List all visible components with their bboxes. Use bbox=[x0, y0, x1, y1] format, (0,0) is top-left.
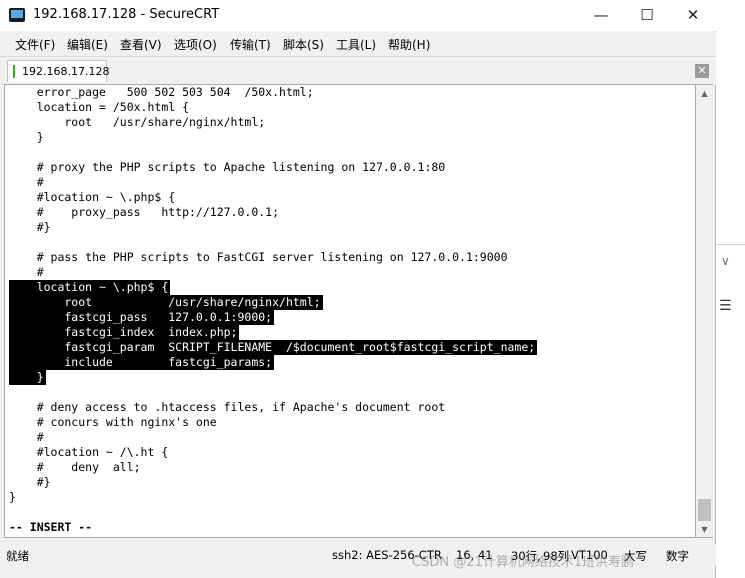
terminal-text: location = /50x.html { bbox=[9, 100, 190, 114]
terminal-text: #location ~ /\.ht { bbox=[9, 445, 169, 459]
menu-transfer[interactable]: 传输(T) bbox=[230, 36, 271, 53]
menu-script[interactable]: 脚本(S) bbox=[283, 36, 324, 53]
terminal-line: # pass the PHP scripts to FastCGI server… bbox=[9, 250, 508, 265]
selected-text: location ~ \.php$ { bbox=[9, 280, 171, 295]
scroll-down-icon[interactable]: ▼ bbox=[696, 521, 713, 538]
selected-text: fastcgi_param SCRIPT_FILENAME /$document… bbox=[9, 340, 538, 355]
maximize-button[interactable]: ☐ bbox=[624, 0, 670, 31]
minimize-button[interactable]: — bbox=[578, 0, 624, 31]
terminal-text: } bbox=[9, 130, 44, 144]
menu-options[interactable]: 选项(O) bbox=[174, 36, 217, 53]
terminal-text: } bbox=[9, 490, 16, 504]
terminal-text: # bbox=[9, 175, 44, 189]
scrollbar-thumb[interactable] bbox=[698, 499, 711, 521]
terminal-text: #location ~ \.php$ { bbox=[9, 190, 176, 204]
terminal-line: location ~ \.php$ { bbox=[9, 280, 171, 295]
terminal-text: # concurs with nginx's one bbox=[9, 415, 217, 429]
terminal-text: error_page 500 502 503 504 /50x.html; bbox=[9, 85, 314, 99]
terminal-line: fastcgi_pass 127.0.0.1:9000; bbox=[9, 310, 275, 325]
selected-text: fastcgi_index index.php; bbox=[9, 325, 240, 340]
session-tab-bar: 192.168.17.128 ✕ bbox=[0, 56, 716, 85]
terminal-line: # deny all; bbox=[9, 460, 141, 475]
window-title: 192.168.17.128 - SecureCRT bbox=[33, 7, 220, 22]
terminal-text: #} bbox=[9, 475, 51, 489]
side-divider bbox=[716, 244, 745, 245]
menu-file[interactable]: 文件(F) bbox=[15, 36, 55, 53]
terminal-line: # bbox=[9, 265, 44, 280]
selected-text: root /usr/share/nginx/html; bbox=[9, 295, 323, 310]
terminal-line: #} bbox=[9, 220, 51, 235]
terminal-line: root /usr/share/nginx/html; bbox=[9, 115, 265, 130]
terminal-line: # bbox=[9, 430, 44, 445]
scroll-up-icon[interactable]: ▲ bbox=[696, 85, 713, 102]
terminal-line: # bbox=[9, 175, 44, 190]
close-tab-icon[interactable]: ✕ bbox=[695, 64, 709, 78]
menu-edit[interactable]: 编辑(E) bbox=[67, 36, 108, 53]
terminal-line: fastcgi_index index.php; bbox=[9, 325, 240, 340]
terminal-line: fastcgi_param SCRIPT_FILENAME /$document… bbox=[9, 340, 538, 355]
terminal-text: # bbox=[9, 430, 44, 444]
chevron-down-icon: ∨ bbox=[721, 254, 730, 268]
securecrt-app-icon bbox=[9, 8, 25, 22]
menu-view[interactable]: 查看(V) bbox=[120, 36, 162, 53]
terminal-line: # proxy_pass http://127.0.0.1; bbox=[9, 205, 279, 220]
terminal-text: root /usr/share/nginx/html; bbox=[9, 115, 266, 129]
menu-bar: 文件(F) 编辑(E) 查看(V) 选项(O) 传输(T) 脚本(S) 工具(L… bbox=[0, 32, 716, 56]
terminal-text: # pass the PHP scripts to FastCGI server… bbox=[9, 250, 508, 264]
terminal-line: # concurs with nginx's one bbox=[9, 415, 217, 430]
terminal-line: } bbox=[9, 490, 16, 505]
session-tab-label: 192.168.17.128 bbox=[22, 65, 110, 78]
terminal-line: location = /50x.html { bbox=[9, 100, 189, 115]
terminal-text: -- INSERT -- bbox=[9, 520, 93, 534]
terminal-text: # deny access to .htaccess files, if Apa… bbox=[9, 400, 446, 414]
terminal-line: -- INSERT -- bbox=[9, 520, 92, 535]
terminal-line: # deny access to .htaccess files, if Apa… bbox=[9, 400, 446, 415]
terminal-line: include fastcgi_params; bbox=[9, 355, 275, 370]
menu-tools[interactable]: 工具(L) bbox=[336, 36, 376, 53]
terminal-text: # bbox=[9, 265, 44, 279]
securecrt-window: 192.168.17.128 - SecureCRT — ☐ ✕ 文件(F) 编… bbox=[0, 0, 716, 578]
terminal-text: # deny all; bbox=[9, 460, 141, 474]
status-num-lock: 数字 bbox=[666, 549, 689, 563]
selected-text: include fastcgi_params; bbox=[9, 355, 275, 370]
terminal-line: # proxy the PHP scripts to Apache listen… bbox=[9, 160, 446, 175]
terminal-line: #location ~ \.php$ { bbox=[9, 190, 175, 205]
close-button[interactable]: ✕ bbox=[670, 0, 716, 31]
terminal-line: } bbox=[9, 130, 44, 145]
menu-help[interactable]: 帮助(H) bbox=[388, 36, 430, 53]
csdn-watermark: CSDN @21计算机网络技术1班洪寿鹏 bbox=[412, 555, 635, 570]
terminal-text: #} bbox=[9, 220, 51, 234]
terminal-line: #} bbox=[9, 475, 51, 490]
connection-status-indicator bbox=[13, 65, 15, 78]
terminal-line: root /usr/share/nginx/html; bbox=[9, 295, 323, 310]
terminal-text: # proxy_pass http://127.0.0.1; bbox=[9, 205, 280, 219]
terminal-text: # proxy the PHP scripts to Apache listen… bbox=[9, 160, 446, 174]
terminal-line: } bbox=[9, 370, 46, 385]
selected-text: fastcgi_pass 127.0.0.1:9000; bbox=[9, 310, 275, 325]
terminal-scrollbar[interactable]: ▲ ▼ bbox=[696, 84, 713, 538]
list-icon: ☰ bbox=[719, 298, 732, 314]
terminal-line: error_page 500 502 503 504 /50x.html; bbox=[9, 85, 314, 100]
terminal-output[interactable]: error_page 500 502 503 504 /50x.html; lo… bbox=[4, 84, 696, 538]
status-ready: 就绪 bbox=[6, 549, 29, 563]
title-bar[interactable]: 192.168.17.128 - SecureCRT — ☐ ✕ bbox=[0, 0, 716, 31]
selected-text: } bbox=[9, 370, 46, 385]
terminal-line: #location ~ /\.ht { bbox=[9, 445, 169, 460]
background-window-edge: ∨ ☰ bbox=[716, 0, 745, 578]
session-tab[interactable]: 192.168.17.128 bbox=[7, 60, 110, 82]
